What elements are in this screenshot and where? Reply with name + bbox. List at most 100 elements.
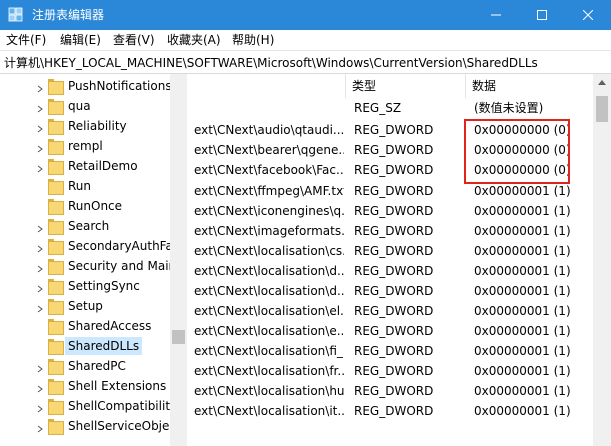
value-name: ext\CNext\audio\qtaudi...: [194, 123, 344, 137]
value-type: REG_DWORD: [354, 384, 434, 398]
tree-item-shellcompatibility[interactable]: ShellCompatibility: [0, 396, 177, 416]
column-header-type[interactable]: 类型: [346, 74, 466, 98]
tree-item-runonce[interactable]: RunOnce: [0, 196, 170, 216]
folder-icon: [48, 79, 64, 95]
value-type: REG_DWORD: [354, 404, 434, 418]
values-scrollbar-thumb[interactable]: [596, 96, 608, 122]
tree-item-security-and-maintenance[interactable]: Security and Mair: [0, 256, 173, 276]
menu-edit[interactable]: 编辑(E): [60, 32, 101, 48]
folder-icon: [48, 299, 64, 315]
chevron-right-icon[interactable]: [36, 422, 44, 433]
table-row[interactable]: ext\CNext\localisation\cs... REG_DWORD 0…: [188, 241, 593, 261]
chevron-right-icon[interactable]: [36, 262, 44, 273]
tree-item-label: RunOnce: [68, 199, 123, 213]
chevron-right-icon[interactable]: [36, 242, 44, 253]
tree-item-settingsync[interactable]: SettingSync: [0, 276, 170, 296]
tree-item-label: RetailDemo: [68, 159, 138, 173]
table-row[interactable]: ext\CNext\localisation\e... REG_DWORD 0x…: [188, 321, 593, 341]
tree-item-label: Search: [68, 219, 110, 233]
tree-item-label: PushNotifications: [68, 79, 172, 93]
table-row[interactable]: ext\CNext\localisation\hu... REG_DWORD 0…: [188, 381, 593, 401]
tree-item-search[interactable]: Search: [0, 216, 170, 236]
menu-favorites[interactable]: 收藏夹(A): [167, 32, 221, 48]
tree-item-pushnotifications[interactable]: PushNotifications: [0, 76, 172, 96]
table-row[interactable]: ext\CNext\localisation\fi_... REG_DWORD …: [188, 341, 593, 361]
maximize-icon: [537, 10, 547, 20]
folder-icon: [48, 319, 64, 335]
menu-file[interactable]: 文件(F): [6, 32, 46, 48]
value-type: REG_DWORD: [354, 123, 434, 137]
tree-item-shell-extensions[interactable]: Shell Extensions: [0, 376, 170, 396]
value-type: REG_DWORD: [354, 143, 434, 157]
tree-item-label: SharedAccess: [68, 319, 152, 333]
value-name: ext\CNext\localisation\it...: [194, 404, 344, 418]
folder-icon: [48, 379, 64, 395]
chevron-right-icon[interactable]: [36, 122, 44, 133]
tree-scrollbar[interactable]: [170, 74, 187, 446]
folder-icon: [48, 239, 64, 255]
value-name: ext\CNext\localisation\el...: [194, 304, 344, 318]
chevron-right-icon[interactable]: [36, 162, 44, 173]
chevron-right-icon[interactable]: [36, 362, 44, 373]
value-name: ext\CNext\localisation\cs...: [194, 244, 344, 258]
folder-icon: [48, 399, 64, 415]
address-path[interactable]: 计算机\HKEY_LOCAL_MACHINE\SOFTWARE\Microsof…: [4, 55, 538, 71]
table-row[interactable]: REG_SZ (数值未设置): [188, 98, 593, 118]
folder-icon: [48, 259, 64, 275]
menu-help[interactable]: 帮助(H): [232, 32, 274, 48]
table-row[interactable]: ext\CNext\localisation\fr... REG_DWORD 0…: [188, 361, 593, 381]
value-type: REG_DWORD: [354, 163, 434, 177]
tree-scrollbar-thumb[interactable]: [172, 330, 185, 344]
value-type: REG_DWORD: [354, 224, 434, 238]
annotation-highlight-box: [464, 119, 570, 184]
values-scrollbar[interactable]: [593, 74, 611, 446]
scroll-up-arrow-icon[interactable]: [598, 80, 606, 85]
tree-item-setup[interactable]: Setup: [0, 296, 170, 316]
tree-item-sharedaccess[interactable]: SharedAccess: [0, 316, 170, 336]
address-bar[interactable]: 计算机\HKEY_LOCAL_MACHINE\SOFTWARE\Microsof…: [0, 50, 611, 74]
tree-item-label: Reliability: [68, 119, 127, 133]
folder-icon: [48, 279, 64, 295]
tree-item-label: SettingSync: [68, 279, 140, 293]
chevron-right-icon[interactable]: [36, 142, 44, 153]
column-header-data[interactable]: 数据: [466, 74, 593, 98]
value-name: ext\CNext\localisation\d...: [194, 284, 344, 298]
table-row[interactable]: ext\CNext\localisation\el... REG_DWORD 0…: [188, 301, 593, 321]
chevron-right-icon[interactable]: [36, 82, 44, 93]
tree-item-reliability[interactable]: Reliability: [0, 116, 170, 136]
chevron-right-icon[interactable]: [36, 302, 44, 313]
maximize-button[interactable]: [519, 0, 565, 30]
table-row[interactable]: ext\CNext\imageformats... REG_DWORD 0x00…: [188, 221, 593, 241]
tree-item-retaildemo[interactable]: RetailDemo: [0, 156, 170, 176]
tree-item-qua[interactable]: qua: [0, 96, 170, 116]
tree-item-rempl[interactable]: rempl: [0, 136, 170, 156]
value-data: 0x00000001 (1): [474, 364, 571, 378]
tree-item-secondaryauthfactor[interactable]: SecondaryAuthFa: [0, 236, 173, 256]
chevron-right-icon[interactable]: [36, 402, 44, 413]
chevron-right-icon[interactable]: [36, 282, 44, 293]
table-row[interactable]: ext\CNext\iconengines\q... REG_DWORD 0x0…: [188, 201, 593, 221]
table-row[interactable]: ext\CNext\localisation\d... REG_DWORD 0x…: [188, 281, 593, 301]
minimize-button[interactable]: [473, 0, 519, 30]
tree-item-run[interactable]: Run: [0, 176, 170, 196]
key-tree[interactable]: PushNotifications qua Reliability rempl …: [0, 74, 187, 446]
chevron-right-icon[interactable]: [36, 382, 44, 393]
menu-view[interactable]: 查看(V): [113, 32, 155, 48]
table-row[interactable]: ext\CNext\localisation\it... REG_DWORD 0…: [188, 401, 593, 421]
chevron-right-icon[interactable]: [36, 222, 44, 233]
table-row[interactable]: ext\CNext\localisation\d... REG_DWORD 0x…: [188, 261, 593, 281]
value-type: REG_SZ: [354, 101, 402, 115]
chevron-right-icon[interactable]: [36, 102, 44, 113]
column-header-name[interactable]: [188, 74, 346, 98]
value-name: ext\CNext\localisation\d...: [194, 264, 344, 278]
table-row[interactable]: ext\CNext\ffmpeg\AMF.txt REG_DWORD 0x000…: [188, 181, 593, 201]
title-bar[interactable]: 注册表编辑器: [0, 0, 611, 30]
tree-item-shellserviceobjects[interactable]: ShellServiceObjec: [0, 416, 176, 436]
value-type: REG_DWORD: [354, 364, 434, 378]
value-name: ext\CNext\localisation\fi_...: [194, 344, 344, 358]
tree-item-shareddlls[interactable]: SharedDLLs: [0, 336, 170, 356]
tree-item-label: SharedDLLs: [65, 337, 143, 355]
tree-item-label: SecondaryAuthFa: [68, 239, 173, 253]
tree-item-sharedpc[interactable]: SharedPC: [0, 356, 170, 376]
close-button[interactable]: [565, 0, 611, 30]
